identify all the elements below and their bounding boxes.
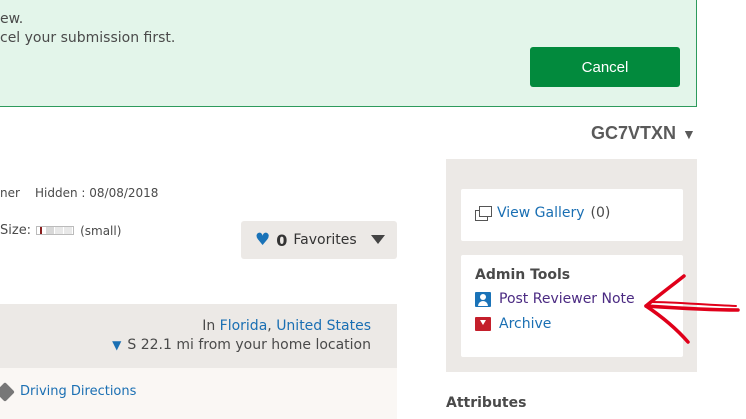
size-meter-segment xyxy=(64,227,74,234)
admin-tools-title: Admin Tools xyxy=(475,267,571,283)
caret-down-icon: ▼ xyxy=(682,125,696,142)
size-meter-segment xyxy=(46,227,56,234)
location-panel: In Florida, United States ▼ S 22.1 mi fr… xyxy=(0,304,397,368)
distance-text: S 22.1 mi from your home location xyxy=(127,337,371,353)
size-meter-filled xyxy=(40,227,44,234)
location-prefix: In xyxy=(202,318,216,334)
direction-arrow-icon: ▼ xyxy=(112,338,122,352)
post-reviewer-note[interactable]: Post Reviewer Note xyxy=(475,291,635,307)
driving-directions-link[interactable]: Driving Directions xyxy=(20,384,136,399)
admin-tools-card: Admin Tools Post Reviewer Note Archive xyxy=(461,255,683,357)
size-meter-segment xyxy=(55,227,65,234)
post-reviewer-note-link[interactable]: Post Reviewer Note xyxy=(499,291,635,307)
sidebar: View Gallery (0) Admin Tools Post Review… xyxy=(446,159,697,372)
cache-code: GC7VTXN xyxy=(591,123,677,143)
directions-panel: Driving Directions xyxy=(0,368,397,419)
reviewer-icon xyxy=(475,291,491,307)
country-link[interactable]: United States xyxy=(276,318,371,334)
banner-message-line-1: ew. xyxy=(0,11,24,27)
view-gallery-link[interactable]: View Gallery xyxy=(497,205,585,221)
cache-size: Size: (small) xyxy=(0,223,121,238)
favorites-count: 0 xyxy=(276,230,288,250)
attributes-heading: Attributes xyxy=(446,395,527,411)
favorites-label: Favorites xyxy=(293,232,357,248)
size-value: (small) xyxy=(80,223,122,238)
archive[interactable]: Archive xyxy=(475,316,551,332)
driving-directions[interactable]: Driving Directions xyxy=(0,381,136,402)
banner-message-line-2: cel your submission first. xyxy=(0,30,176,46)
gallery-icon xyxy=(475,206,492,221)
cancel-button[interactable]: Cancel xyxy=(530,47,680,87)
size-label: Size: xyxy=(0,223,32,238)
archive-icon xyxy=(475,317,491,331)
size-meter-icon xyxy=(36,226,75,235)
favorites-dropdown-icon[interactable] xyxy=(371,235,385,244)
gallery-count: (0) xyxy=(590,205,611,221)
gallery-card: View Gallery (0) xyxy=(461,189,683,241)
notice-banner: ew. cel your submission first. Cancel xyxy=(0,0,697,107)
location-separator: , xyxy=(267,318,277,334)
owner-fragment: ner xyxy=(0,186,20,200)
directions-icon xyxy=(0,381,15,402)
hidden-date: Hidden : 08/08/2018 xyxy=(35,186,159,200)
view-gallery[interactable]: View Gallery (0) xyxy=(475,205,610,221)
favorites-button[interactable]: ♥ 0 Favorites xyxy=(241,221,397,259)
state-link[interactable]: Florida xyxy=(220,318,268,334)
heart-icon: ♥ xyxy=(255,230,271,250)
cache-meta: ner Hidden : 08/08/2018 xyxy=(0,186,158,200)
location-line: In Florida, United States xyxy=(202,318,371,334)
distance-line: ▼ S 22.1 mi from your home location xyxy=(112,337,371,353)
cache-code-dropdown[interactable]: GC7VTXN ▼ xyxy=(591,123,696,144)
archive-link[interactable]: Archive xyxy=(499,316,551,332)
